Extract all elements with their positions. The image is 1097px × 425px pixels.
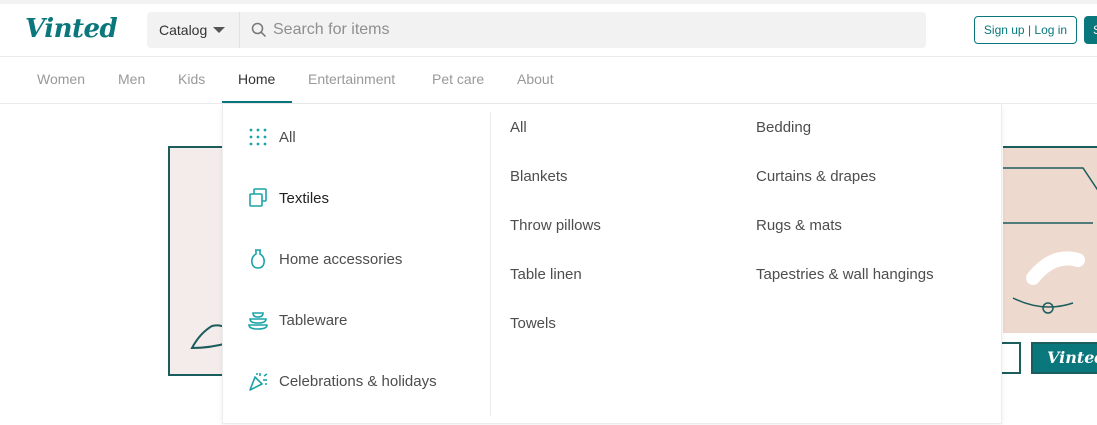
subcategory-throw-pillows[interactable]: Throw pillows [510,215,601,237]
category-celebrations-holidays[interactable]: Celebrations & holidays [247,366,437,396]
home-mega-menu: All Textiles Home accessories Tableware [222,104,1002,424]
banner-illustration-left [168,146,230,376]
nav-kids[interactable]: Kids [178,57,205,103]
nav-about[interactable]: About [517,57,554,103]
signup-login-button[interactable]: Sign up | Log in [974,16,1077,44]
caret-down-icon [213,27,226,33]
sell-button[interactable]: S [1084,16,1097,44]
category-label: All [279,128,296,146]
category-tableware[interactable]: Tableware [247,305,347,335]
nav-entertainment[interactable]: Entertainment [308,57,395,103]
subcategory-curtains-drapes[interactable]: Curtains & drapes [756,166,876,188]
tableware-icon [247,309,269,331]
vinted-logo[interactable]: Vinted [25,14,118,44]
category-label: Celebrations & holidays [279,372,437,390]
subcategory-rugs-mats[interactable]: Rugs & mats [756,215,842,237]
subcategory-tapestries-wall-hangings[interactable]: Tapestries & wall hangings [756,264,934,286]
subcategory-blankets[interactable]: Blankets [510,166,568,188]
subcategory-bedding[interactable]: Bedding [756,117,811,139]
banner-frame [999,342,1021,374]
search-icon [251,22,267,38]
category-label: Tableware [279,311,348,329]
category-label: Textiles [279,189,330,207]
nav-women[interactable]: Women [37,57,85,103]
subcategory-towels[interactable]: Towels [510,313,556,335]
catalog-dropdown[interactable]: Catalog [147,12,240,48]
nav-men[interactable]: Men [118,57,145,103]
search-input[interactable] [273,21,873,39]
top-header: Vinted Catalog Sign up | Log in S [0,0,1097,57]
subcategory-table-linen[interactable]: Table linen [510,264,582,286]
vase-icon [247,248,269,270]
textiles-icon [247,187,269,209]
banner-illustration-right [1003,146,1097,333]
banner-vinted-logo: Vinted [1031,342,1097,374]
category-label: Home accessories [279,250,403,268]
subcategory-all[interactable]: All [510,117,527,139]
category-nav: Women Men Kids Home Entertainment Pet ca… [0,57,1097,104]
grid-icon [247,126,269,148]
category-all[interactable]: All [247,122,296,152]
nav-home[interactable]: Home [222,57,292,103]
catalog-label: Catalog [159,22,208,38]
category-textiles[interactable]: Textiles [247,183,329,213]
search-bar: Catalog [147,12,926,48]
nav-pet-care[interactable]: Pet care [432,57,484,103]
category-home-accessories[interactable]: Home accessories [247,244,402,274]
party-popper-icon [247,370,269,392]
menu-divider [490,112,491,416]
